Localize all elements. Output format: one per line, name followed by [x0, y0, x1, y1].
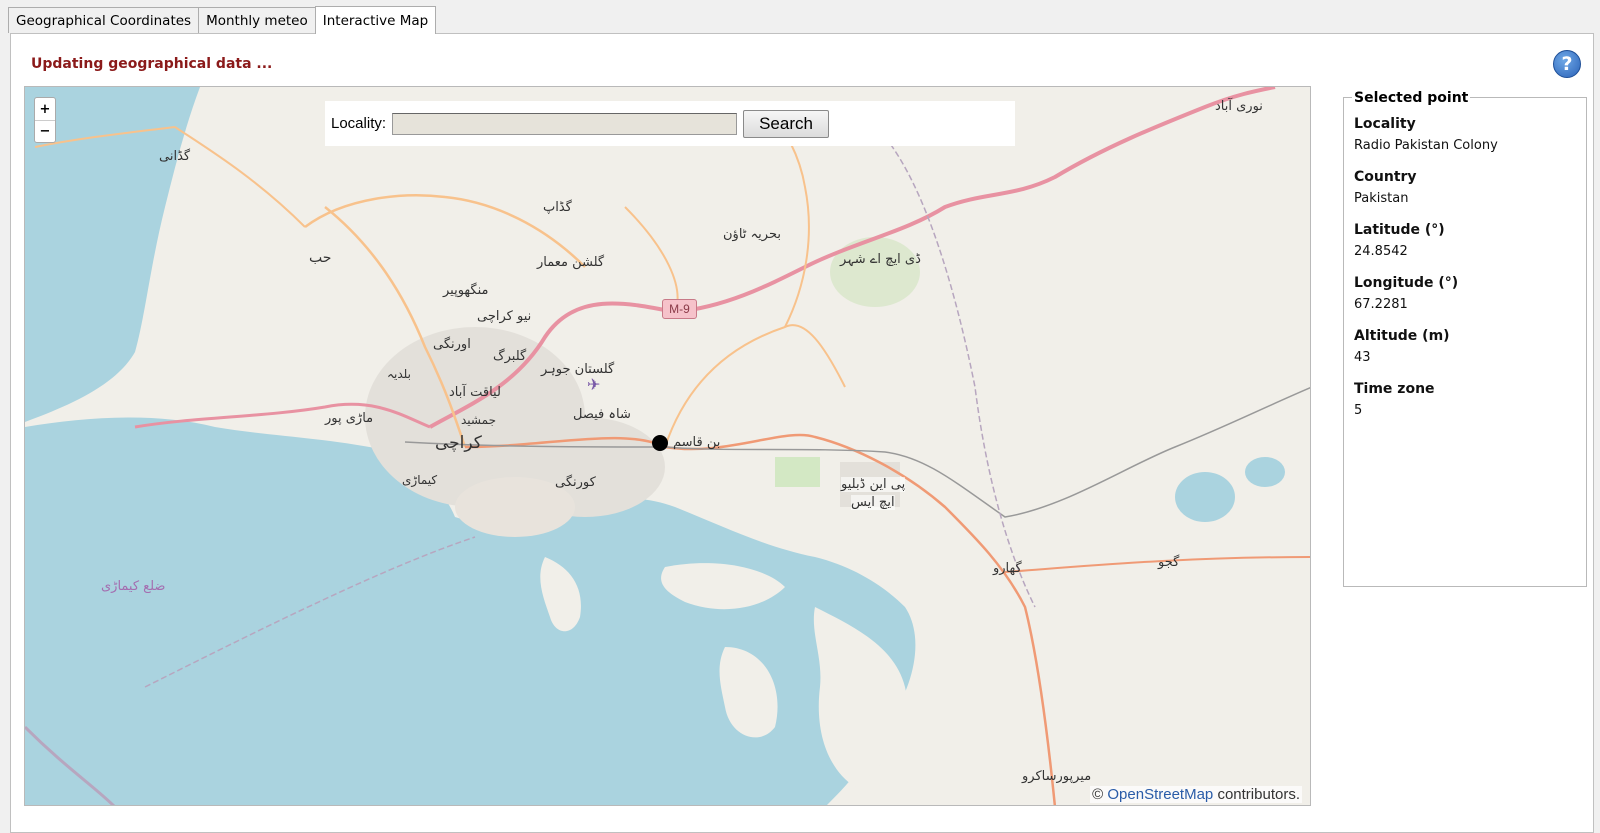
- map-label: گڈاپ: [543, 200, 572, 215]
- map-label: گجو: [1158, 555, 1180, 570]
- map-label: گڈانی: [159, 149, 191, 164]
- field-value-time-zone: 5: [1354, 403, 1363, 418]
- map-label: گلبرگ: [493, 349, 527, 364]
- map-label: لیاقت آباد: [449, 385, 501, 400]
- map-label: حب: [309, 250, 332, 266]
- tab-monthly-meteo[interactable]: Monthly meteo: [198, 7, 316, 33]
- map-label: ماڑی پور: [325, 411, 374, 426]
- map-label: ایچ ایس: [851, 495, 895, 510]
- tab-geographical-coordinates[interactable]: Geographical Coordinates: [8, 7, 200, 33]
- map-label: گلستان جوہر: [541, 362, 615, 377]
- map-label: نیو کراچی: [477, 309, 532, 324]
- zoom-in-button[interactable]: +: [35, 98, 55, 120]
- field-label-country: Country: [1354, 169, 1417, 185]
- map-label: کیماڑی: [402, 473, 438, 487]
- field-value-longitude: 67.2281: [1354, 297, 1408, 312]
- locality-label: Locality:: [331, 115, 387, 132]
- map-label: کورنگی: [555, 475, 596, 490]
- map-label: بلدیہ: [387, 367, 411, 381]
- airport-icon: ✈: [587, 375, 601, 394]
- field-label-time-zone: Time zone: [1354, 381, 1435, 397]
- locality-input[interactable]: [392, 112, 738, 135]
- map-label: ضلع کیماڑی: [101, 579, 166, 594]
- selected-point-title: Selected point: [1352, 90, 1471, 106]
- map-label: ڈی ایچ اے شہر: [840, 252, 921, 267]
- help-icon[interactable]: ?: [1553, 50, 1581, 78]
- copyright-symbol: ©: [1092, 786, 1104, 803]
- tab-content-panel: Updating geographical data ... ? نوری آب…: [10, 33, 1594, 833]
- map-label: گلشن معمار: [537, 255, 605, 270]
- map-label: منگھوپیر: [443, 283, 489, 298]
- field-label-latitude: Latitude (°): [1354, 222, 1445, 238]
- zoom-control: + −: [34, 97, 56, 143]
- attribution-suffix: contributors.: [1217, 786, 1300, 803]
- field-value-country: Pakistan: [1354, 191, 1409, 206]
- map-label: نوری آباد: [1215, 99, 1263, 114]
- field-value-latitude: 24.8542: [1354, 244, 1408, 259]
- map-label: جمشید: [461, 413, 496, 427]
- map-label: پی این ڈبلیو: [841, 477, 906, 492]
- map-label: کراچی: [435, 433, 482, 453]
- field-label-longitude: Longitude (°): [1354, 275, 1459, 291]
- field-value-locality: Radio Pakistan Colony: [1354, 138, 1498, 153]
- locality-search-box: Locality: Search: [325, 101, 1015, 146]
- field-label-locality: Locality: [1354, 116, 1416, 132]
- zoom-out-button[interactable]: −: [35, 120, 55, 142]
- field-value-altitude: 43: [1354, 350, 1371, 365]
- interactive-map[interactable]: نوری آباد گڈانی گڈاپ بحریہ ٹاؤن ڈی ایچ ا…: [24, 86, 1311, 806]
- map-label: گھارو: [993, 561, 1022, 576]
- selected-point-panel: Selected point Locality Radio Pakistan C…: [1343, 90, 1587, 587]
- map-label: شاہ فیصل: [573, 407, 631, 422]
- openstreetmap-link[interactable]: OpenStreetMap: [1107, 786, 1213, 803]
- search-button[interactable]: Search: [743, 109, 830, 138]
- road-badge-m9: M-9: [662, 299, 697, 319]
- field-label-altitude: Altitude (m): [1354, 328, 1450, 344]
- map-label: اورنگی: [433, 337, 471, 352]
- tab-interactive-map[interactable]: Interactive Map: [314, 6, 437, 34]
- map-label: بن قاسم: [673, 435, 721, 450]
- map-tiles: [25, 87, 1310, 805]
- status-message: Updating geographical data ...: [31, 56, 273, 72]
- map-label: میرپورساکرو: [1022, 769, 1092, 784]
- map-attribution: © OpenStreetMap contributors.: [1090, 786, 1302, 803]
- tab-bar: Geographical Coordinates Monthly meteo I…: [8, 6, 437, 34]
- map-label: بحریہ ٹاؤن: [723, 227, 781, 242]
